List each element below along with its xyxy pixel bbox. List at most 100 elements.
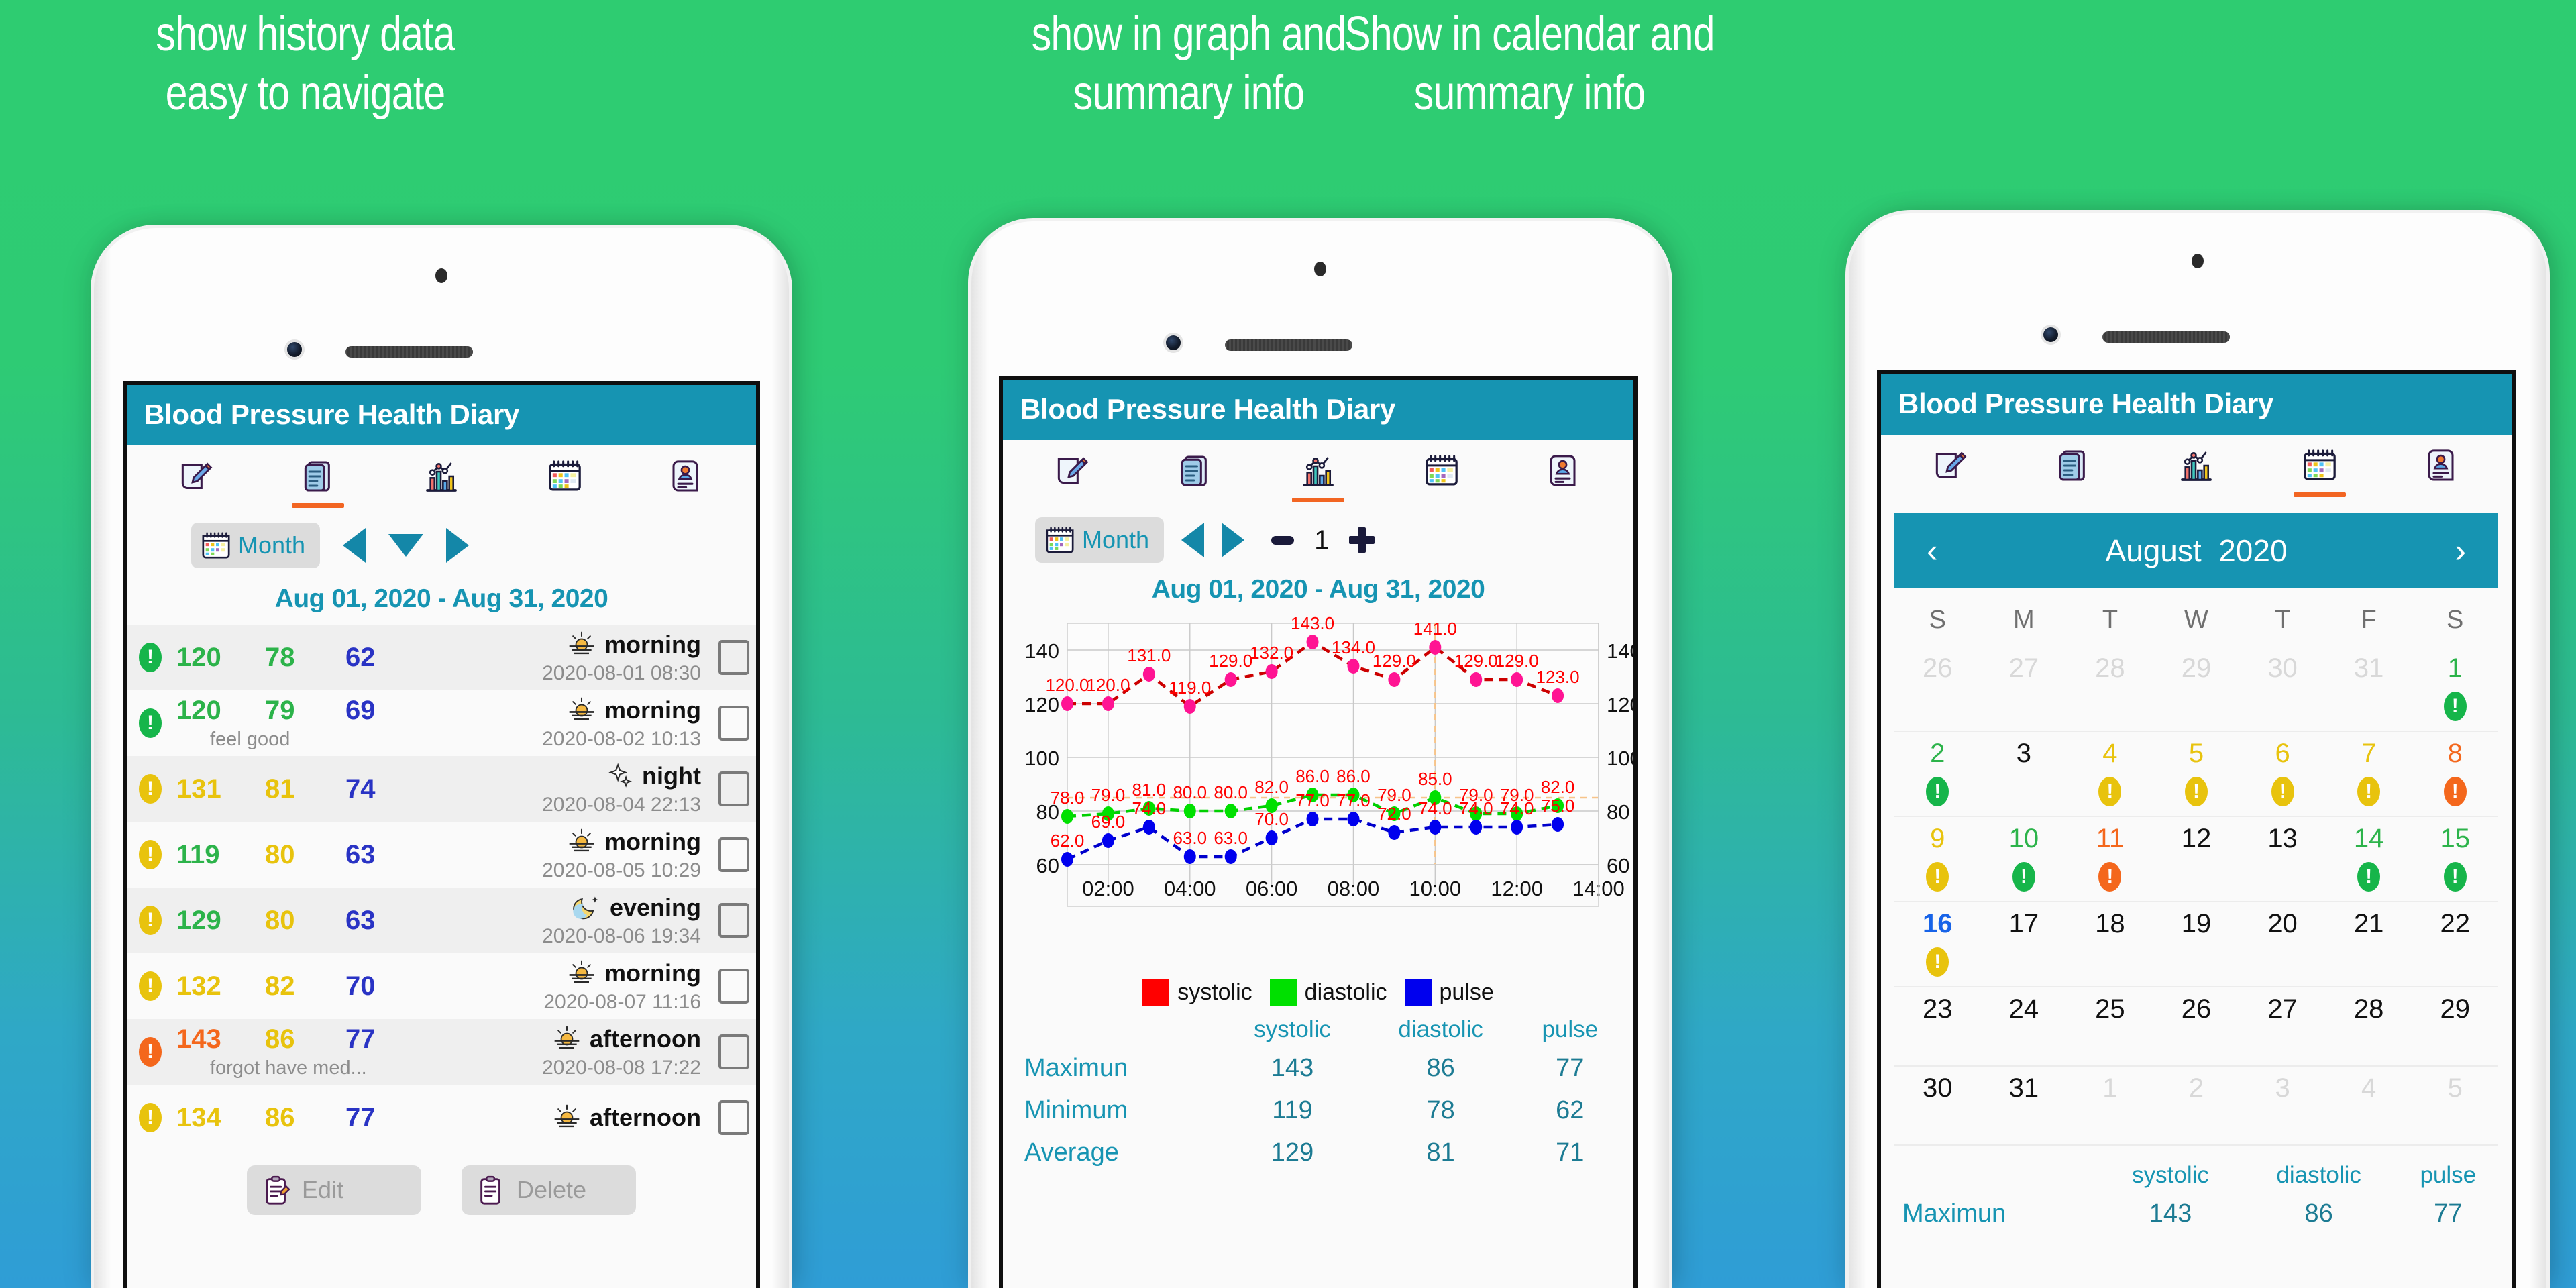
zoom-out-button[interactable] (1271, 535, 1295, 545)
calendar-day-cell[interactable]: 1 (2067, 1073, 2153, 1135)
row-checkbox[interactable] (718, 706, 749, 741)
reading-row[interactable]: ! 131 81 74 night 2020-08-04 22:13 (127, 756, 756, 822)
calendar-day-cell[interactable]: 22 (2412, 909, 2498, 977)
tab-profile[interactable] (1503, 452, 1627, 506)
bp-line-chart[interactable]: 6060808010010012012014014002:0004:0006:0… (1003, 608, 1633, 984)
calendar-weekday: S (1929, 606, 1946, 634)
calendar-weekday: T (2102, 606, 2118, 634)
delete-button[interactable]: Delete (462, 1165, 636, 1215)
calendar-day-cell[interactable]: 4 (2326, 1073, 2412, 1135)
zoom-level-value: 1 (1314, 525, 1330, 555)
calendar-day-cell[interactable]: 7! (2326, 739, 2412, 806)
calendar-day-cell[interactable]: 4! (2067, 739, 2153, 806)
row-checkbox[interactable] (718, 771, 749, 806)
calendar-day-cell[interactable]: 11! (2067, 824, 2153, 892)
chevron-right-icon[interactable]: › (2455, 531, 2466, 570)
calendar-day-cell[interactable]: 8! (2412, 739, 2498, 806)
calendar-day-cell[interactable]: 3 (2239, 1073, 2326, 1135)
calendar-day-cell[interactable]: 15! (2412, 824, 2498, 892)
tab-history[interactable] (1133, 452, 1256, 506)
diastolic-value: 86 (265, 1024, 295, 1054)
period-month-button[interactable]: Month (1035, 517, 1165, 563)
row-checkbox[interactable] (718, 903, 749, 938)
tab-entry[interactable] (133, 458, 257, 512)
calendar-day-cell[interactable]: 30 (2239, 653, 2326, 721)
calendar-day-cell[interactable]: 23 (1894, 994, 1981, 1056)
svg-text:123.0: 123.0 (1536, 667, 1580, 687)
tab-graph[interactable] (2135, 447, 2258, 501)
calendar-day-cell[interactable]: 17 (1981, 909, 2068, 977)
calendar-day-cell[interactable]: 29 (2153, 653, 2240, 721)
reading-row[interactable]: ! 120 78 62 morning 2020-08-01 08:30 (127, 625, 756, 690)
calendar-day-cell[interactable]: 14! (2326, 824, 2412, 892)
tab-calendar[interactable] (1380, 452, 1503, 506)
tab-active-indicator (2170, 492, 2222, 497)
reading-row[interactable]: ! 134 86 77 afternoon (127, 1085, 756, 1150)
calendar-day-cell[interactable]: 2 (2153, 1073, 2240, 1135)
row-checkbox[interactable] (718, 640, 749, 675)
summary-cell: 143 (2149, 1199, 2192, 1228)
svg-text:129.0: 129.0 (1454, 651, 1498, 671)
calendar-day-cell[interactable]: 30 (1894, 1073, 1981, 1135)
calendar-day-cell[interactable]: 24 (1981, 994, 2068, 1056)
tab-entry[interactable] (1888, 447, 2011, 501)
next-period-button[interactable] (1222, 523, 1245, 557)
row-checkbox[interactable] (718, 1100, 749, 1135)
calendar-day-cell[interactable]: 26 (2153, 994, 2240, 1056)
tab-history[interactable] (2011, 447, 2135, 501)
summary-row-label: Minimum (1024, 1096, 1128, 1124)
calendar-day-cell[interactable]: 10! (1981, 824, 2068, 892)
calendar-day-cell[interactable]: 31 (2326, 653, 2412, 721)
tab-calendar[interactable] (2258, 447, 2381, 501)
calendar-day-cell[interactable]: 27 (2239, 994, 2326, 1056)
calendar-day-cell[interactable]: 25 (2067, 994, 2153, 1056)
calendar-day-cell[interactable]: 2! (1894, 739, 1981, 806)
zoom-in-button[interactable] (1349, 527, 1375, 553)
svg-text:85.0: 85.0 (1418, 769, 1452, 789)
reading-row[interactable]: ! 129 80 63 evening 2020-08-06 19:34 (127, 888, 756, 953)
tab-calendar[interactable] (503, 458, 627, 512)
calendar-day-cell[interactable]: 6! (2239, 739, 2326, 806)
reading-row[interactable]: ! 143 86 77 forgot have med... afternoon… (127, 1019, 756, 1085)
reading-row[interactable]: ! 119 80 63 morning 2020-08-05 10:29 (127, 822, 756, 888)
reading-row[interactable]: ! 120 79 69 feel good morning 2020-08-02… (127, 690, 756, 756)
calendar-day-cell[interactable]: 31 (1981, 1073, 2068, 1135)
tab-history[interactable] (257, 458, 380, 512)
calendar-day-cell[interactable]: 5 (2412, 1073, 2498, 1135)
reading-row[interactable]: ! 132 82 70 morning 2020-08-07 11:16 (127, 953, 756, 1019)
calendar-day-cell[interactable]: 27 (1981, 653, 2068, 721)
calendar-day-number: 29 (2440, 994, 2470, 1024)
calendar-day-cell[interactable]: 28 (2067, 653, 2153, 721)
reading-meta: evening 2020-08-06 19:34 (465, 893, 718, 948)
next-period-button[interactable] (446, 528, 470, 563)
period-dropdown-button[interactable] (388, 534, 424, 557)
calendar-day-cell[interactable]: 13 (2239, 824, 2326, 892)
calendar-day-cell[interactable]: 26 (1894, 653, 1981, 721)
tab-graph[interactable] (1256, 452, 1380, 506)
calendar-day-badge: ! (1926, 862, 1949, 892)
chevron-left-icon[interactable]: ‹ (1927, 531, 1938, 570)
calendar-day-cell[interactable]: 21 (2326, 909, 2412, 977)
calendar-day-cell[interactable]: 12 (2153, 824, 2240, 892)
calendar-day-cell[interactable]: 18 (2067, 909, 2153, 977)
calendar-day-cell[interactable]: 5! (2153, 739, 2240, 806)
calendar-day-cell[interactable]: 1! (2412, 653, 2498, 721)
tab-profile[interactable] (626, 458, 749, 512)
period-month-button[interactable]: Month (191, 523, 321, 568)
row-checkbox[interactable] (718, 1034, 749, 1069)
prev-period-button[interactable] (1181, 523, 1205, 557)
calendar-day-cell[interactable]: 16! (1894, 909, 1981, 977)
tab-graph[interactable] (380, 458, 503, 512)
row-checkbox[interactable] (718, 969, 749, 1004)
calendar-day-cell[interactable]: 9! (1894, 824, 1981, 892)
tab-entry[interactable] (1010, 452, 1133, 506)
calendar-day-cell[interactable]: 19 (2153, 909, 2240, 977)
calendar-day-cell[interactable]: 20 (2239, 909, 2326, 977)
prev-period-button[interactable] (343, 528, 366, 563)
calendar-day-cell[interactable]: 29 (2412, 994, 2498, 1056)
row-checkbox[interactable] (718, 837, 749, 872)
edit-button[interactable]: Edit (247, 1165, 421, 1215)
calendar-day-cell[interactable]: 3 (1981, 739, 2068, 806)
tab-profile[interactable] (2381, 447, 2505, 501)
calendar-day-cell[interactable]: 28 (2326, 994, 2412, 1056)
